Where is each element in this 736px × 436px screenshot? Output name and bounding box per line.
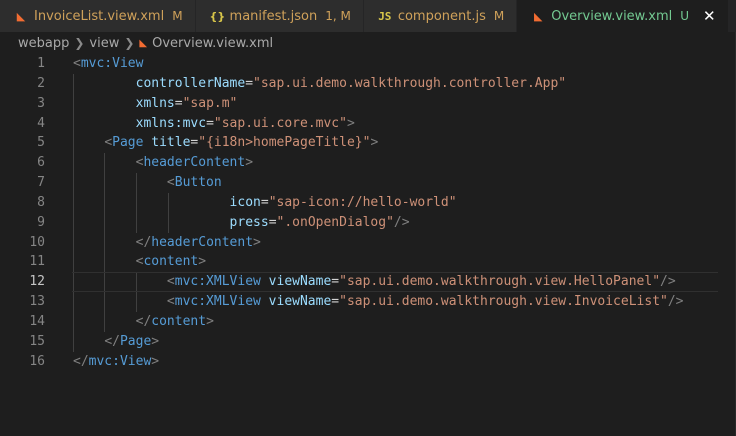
code-line: 7 <Button (0, 173, 736, 193)
git-status: U (680, 9, 690, 23)
code-text: controllerName="sap.ui.demo.walkthrough.… (73, 73, 736, 94)
code-text: icon="sap-icon://hello-world" (73, 192, 736, 213)
code-line: 11 <content> (0, 252, 736, 273)
line-number: 14 (29, 313, 45, 329)
line-number: 4 (37, 115, 45, 131)
line-number: 10 (29, 234, 45, 250)
tab-overview[interactable]: ◣ Overview.view.xml U ✕ (517, 0, 729, 32)
git-status: M (172, 9, 183, 23)
code-text: </Page> (73, 331, 736, 352)
code-text: <content> (73, 252, 736, 273)
tab-component[interactable]: JS component.js M (363, 0, 518, 32)
code-line: 5 <Page title="{i18n>homePageTitle}"> (0, 133, 736, 154)
code-text: xmlns="sap.m" (73, 93, 736, 114)
code-text: <mvc:XMLView viewName="sap.ui.demo.walkt… (73, 272, 736, 293)
tab-label: component.js (397, 8, 486, 24)
code-line: 1 <mvc:View (0, 54, 736, 74)
code-text: <Page title="{i18n>homePageTitle}"> (73, 133, 736, 154)
line-number: 13 (29, 294, 45, 310)
git-status: M (493, 9, 505, 23)
breadcrumb-item-webapp[interactable]: webapp (18, 36, 69, 51)
code-text: <Button (73, 173, 736, 193)
code-line: 3 xmlns="sap.m" (0, 93, 736, 114)
json-braces-icon: {} (209, 9, 226, 23)
tab-label: manifest.json (229, 8, 318, 24)
rss-icon: ◣ (16, 9, 26, 23)
code-text: </mvc:View> (73, 353, 160, 369)
line-number: 1 (37, 56, 45, 71)
code-line: 8 icon="sap-icon://hello-world" (0, 192, 736, 213)
code-line: 10 </headerContent> (0, 232, 736, 253)
editor-tab-bar: ◣ InvoiceList.view.xml M {} manifest.jso… (0, 0, 736, 32)
code-text: <mvc:XMLView viewName="sap.ui.demo.walkt… (73, 292, 736, 312)
line-number: 2 (37, 75, 45, 91)
code-line: 9 press=".onOpenDialog"/> (0, 212, 736, 233)
code-text: </headerContent> (73, 232, 736, 253)
code-text: press=".onOpenDialog"/> (73, 212, 736, 233)
code-line: 4 xmlns:mvc="sap.ui.core.mvc"> (0, 113, 736, 134)
tab-manifest[interactable]: {} manifest.json 1, M (195, 0, 364, 32)
line-number: 16 (29, 353, 45, 369)
code-line: 13 <mvc:XMLView viewName="sap.ui.demo.wa… (0, 292, 736, 312)
breadcrumb-item-view[interactable]: view (89, 36, 119, 51)
code-line: 14 </content> (0, 311, 736, 332)
vertical-scrollbar[interactable] (722, 32, 736, 436)
code-text: xmlns:mvc="sap.ui.core.mvc"> (73, 113, 736, 134)
line-number: 3 (37, 95, 45, 111)
code-line: 16 </mvc:View> (0, 352, 736, 372)
code-line: 6 <headerContent> (0, 153, 736, 174)
code-line-current: 12 <mvc:XMLView viewName="sap.ui.demo.wa… (0, 272, 736, 293)
breadcrumb-item-file[interactable]: Overview.view.xml (152, 36, 273, 51)
chevron-right-icon: ❯ (74, 36, 85, 50)
chevron-right-icon: ❯ (124, 36, 135, 50)
rss-icon: ◣ (139, 37, 148, 49)
line-number: 7 (37, 175, 45, 191)
line-number: 9 (37, 214, 45, 230)
code-text: <mvc:View (73, 56, 144, 71)
breadcrumb: webapp ❯ view ❯ ◣ Overview.view.xml (0, 32, 736, 54)
close-icon[interactable]: ✕ (703, 7, 716, 25)
code-text: </content> (73, 311, 736, 332)
tab-label: Overview.view.xml (551, 8, 673, 24)
js-file-icon: JS (378, 9, 392, 23)
git-status: 1, M (325, 9, 351, 23)
line-number: 11 (29, 254, 45, 270)
line-number: 8 (37, 194, 45, 210)
code-line: 2 controllerName="sap.ui.demo.walkthroug… (0, 73, 736, 94)
code-editor[interactable]: 1 <mvc:View 2 controllerName="sap.ui.dem… (0, 54, 736, 436)
line-number: 12 (29, 274, 45, 290)
code-text: <headerContent> (73, 153, 736, 174)
line-number: 15 (29, 333, 45, 349)
tab-invoicelist[interactable]: ◣ InvoiceList.view.xml M (0, 0, 196, 32)
code-line: 15 </Page> (0, 331, 736, 352)
line-number: 5 (37, 135, 45, 151)
tab-label: InvoiceList.view.xml (34, 8, 165, 24)
line-number: 6 (37, 155, 45, 171)
rss-icon: ◣ (534, 9, 543, 23)
